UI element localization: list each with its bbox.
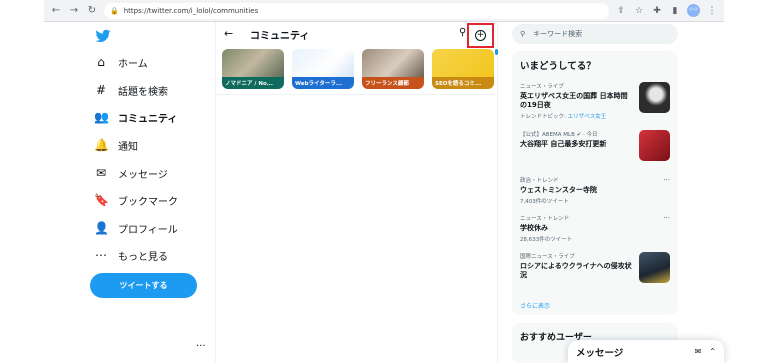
- reload-icon[interactable]: ↻: [86, 5, 98, 17]
- nav-item-communities[interactable]: 👥 コミュニティ: [94, 106, 177, 128]
- community-image: [222, 49, 284, 77]
- more-circle-icon: ⋯: [95, 248, 107, 262]
- envelope-icon: ✉: [95, 166, 107, 180]
- messages-title: メッセージ: [576, 347, 624, 359]
- profile-avatar[interactable]: ㅇㅇ: [687, 4, 700, 17]
- nav-item-explore[interactable]: # 話題を検索: [94, 79, 168, 101]
- menu-icon[interactable]: ⋮: [706, 5, 718, 17]
- nav-item-more[interactable]: ⋯ もっと見る: [94, 244, 168, 266]
- bell-icon: 🔔: [94, 138, 109, 152]
- trend-item[interactable]: 国際ニュース・ライブ ロシアによるウクライナへの侵攻状況: [520, 252, 670, 283]
- messages-drawer[interactable]: メッセージ ✉ ⌃: [568, 340, 724, 363]
- trend-link[interactable]: エリザベス女王: [568, 114, 607, 120]
- trend-item[interactable]: ニュース・トレンド 学校休み 28,633件のツイート ···: [520, 214, 670, 243]
- nav-item-notifications[interactable]: 🔔 通知: [94, 134, 138, 156]
- search-input[interactable]: ⚲ キーワード検索: [512, 24, 678, 44]
- sidepanel-icon[interactable]: ▮: [669, 5, 681, 17]
- community-image: [362, 49, 424, 77]
- trend-count: 28,633件のツイート: [520, 237, 573, 243]
- nav-item-bookmarks[interactable]: 🔖 ブックマーク: [94, 189, 178, 211]
- trend-title: 英エリザベス女王の国葬 日本時間の19日夜: [520, 92, 628, 109]
- community-card[interactable]: Webライターラ...: [292, 49, 354, 89]
- hashtag-icon: #: [95, 83, 107, 97]
- trend-title: ロシアによるウクライナへの侵攻状況: [520, 262, 632, 279]
- communities-column: ← コミュニティ ⚲ + ノマドニア / No... Webライターラ... フ…: [215, 22, 499, 363]
- trend-title: ウェストミンスター寺院: [520, 186, 597, 194]
- trend-title: 大谷翔平 自己最多安打更新: [520, 140, 607, 148]
- home-icon: ⌂: [97, 55, 105, 69]
- community-image: [432, 49, 494, 77]
- community-image: [292, 49, 354, 77]
- trend-title: 学校休み: [520, 224, 548, 232]
- trend-thumbnail: [639, 82, 670, 113]
- right-sidebar: ⚲ キーワード検索 いまどうしてる？ ニュース・ライブ 英エリザベス女王の国葬 …: [512, 22, 724, 363]
- chevron-up-icon[interactable]: ⌃: [709, 347, 716, 356]
- trend-thumbnail: [639, 252, 670, 283]
- bookmark-icon: 🔖: [94, 193, 109, 207]
- nav-item-label: ホーム: [118, 58, 148, 70]
- screen: ← → ↻ 🔒 https://twitter.com/i_lolol/comm…: [0, 0, 768, 363]
- tweet-button[interactable]: ツイートする: [90, 273, 197, 298]
- nav-item-label: コミュニティ: [118, 113, 178, 125]
- community-label: ノマドニア / No...: [222, 77, 284, 89]
- trend-thumbnail: [639, 130, 670, 161]
- community-card[interactable]: SEOを語るコミ...: [432, 49, 494, 89]
- nav-item-label: もっと見る: [118, 251, 168, 263]
- back-arrow-icon[interactable]: ←: [224, 27, 233, 40]
- nav-item-profile[interactable]: 👤 プロフィール: [94, 217, 178, 239]
- nav-item-label: プロフィール: [118, 224, 178, 236]
- forward-icon[interactable]: →: [68, 5, 80, 17]
- nav-item-label: ブックマーク: [118, 196, 178, 208]
- community-card[interactable]: フリーランス顧都: [362, 49, 424, 89]
- create-community-button[interactable]: +: [467, 23, 494, 48]
- person-icon: 👤: [94, 221, 109, 235]
- trend-sub: トレンドトピック: エリザベス女王: [520, 114, 607, 120]
- twitter-page: ⌂ ホーム # 話題を検索 👥 コミュニティ 🔔 通知 ✉ メッセージ 🔖 ブッ…: [44, 22, 724, 363]
- lock-icon: 🔒: [110, 6, 119, 15]
- star-icon[interactable]: ☆: [633, 5, 645, 17]
- account-menu-dots[interactable]: ...: [196, 338, 206, 349]
- search-icon[interactable]: ⚲: [459, 27, 466, 38]
- scroll-indicator: [495, 49, 498, 55]
- people-icon: 👥: [94, 110, 109, 124]
- nav-item-label: 通知: [118, 141, 138, 153]
- community-card[interactable]: ノマドニア / No...: [222, 49, 284, 89]
- community-label: フリーランス顧都: [362, 77, 424, 89]
- community-label: SEOを語るコミ...: [432, 77, 494, 89]
- show-more-link[interactable]: さらに表示: [520, 301, 550, 310]
- share-icon[interactable]: ⇪: [615, 5, 627, 17]
- trend-count: 7,403件のツイート: [520, 199, 569, 205]
- page-title: コミュニティ: [250, 31, 310, 42]
- trend-meta: ニュース・トレンド: [520, 216, 570, 222]
- search-icon: ⚲: [520, 30, 526, 38]
- browser-toolbar: ← → ↻ 🔒 https://twitter.com/i_lolol/comm…: [44, 0, 724, 22]
- new-message-icon[interactable]: ✉: [695, 347, 702, 356]
- trends-title: いまどうしてる？: [520, 61, 596, 72]
- divider: [216, 94, 499, 95]
- nav-item-messages[interactable]: ✉ メッセージ: [94, 162, 168, 184]
- trend-item[interactable]: 政治・トレンド ウェストミンスター寺院 7,403件のツイート ···: [520, 176, 670, 205]
- back-icon[interactable]: ←: [50, 5, 62, 17]
- nav-item-label: メッセージ: [118, 169, 168, 181]
- twitter-logo-icon[interactable]: [95, 28, 111, 44]
- url-text: https://twitter.com/i_lolol/communities: [123, 6, 259, 15]
- search-placeholder: キーワード検索: [533, 30, 583, 38]
- more-dots-icon[interactable]: ···: [663, 214, 670, 222]
- more-dots-icon[interactable]: ···: [663, 176, 670, 184]
- address-bar[interactable]: 🔒 https://twitter.com/i_lolol/communitie…: [104, 2, 609, 19]
- plus-circle-icon: +: [475, 30, 486, 41]
- trend-item[interactable]: ニュース・ライブ 英エリザベス女王の国葬 日本時間の19日夜 トレンドトピック:…: [520, 82, 670, 120]
- trend-meta: 政治・トレンド: [520, 178, 559, 184]
- trend-item[interactable]: 【公式】ABEMA MLB ✔ · 今日 大谷翔平 自己最多安打更新: [520, 130, 670, 161]
- nav-item-home[interactable]: ⌂ ホーム: [94, 51, 148, 73]
- nav-item-label: 話題を検索: [118, 86, 168, 98]
- extensions-icon[interactable]: ✚: [651, 5, 663, 17]
- trends-panel: いまどうしてる？ ニュース・ライブ 英エリザベス女王の国葬 日本時間の19日夜 …: [512, 51, 678, 315]
- community-label: Webライターラ...: [292, 77, 354, 89]
